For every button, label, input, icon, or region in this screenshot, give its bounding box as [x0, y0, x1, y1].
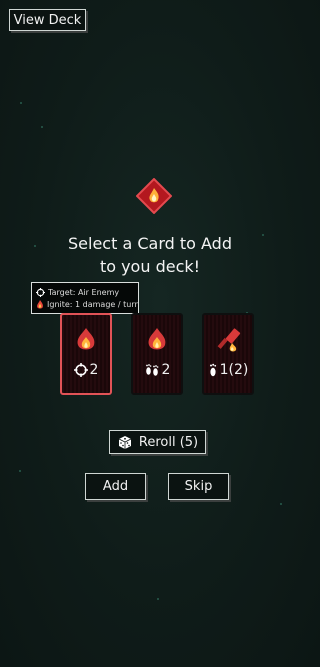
card-stat-value: 2	[89, 362, 99, 378]
reroll-label: Reroll (5)	[138, 434, 199, 450]
fire-icon	[148, 328, 166, 350]
prompt-line-2: to you deck!	[99, 257, 201, 276]
tooltip-effect-text: Ignite: 1 damage / turn	[47, 299, 140, 309]
tooltip-target-text: Target: Air Enemy	[48, 287, 120, 297]
background-dot	[20, 102, 22, 104]
background-dot	[19, 470, 21, 472]
card-option-fire-hammer[interactable]: 1(2)	[202, 313, 254, 395]
background-dot	[157, 598, 159, 600]
card-option-fire-walk[interactable]: 2	[131, 313, 183, 395]
fire-hammer-icon	[217, 328, 241, 352]
card-stat-value: 2	[161, 362, 171, 378]
card-stat: 2	[62, 362, 110, 378]
fire-icon	[37, 299, 43, 309]
tooltip-effect-row: Ignite: 1 damage / turn	[36, 298, 140, 310]
card-tooltip: Target: Air Enemy Ignite: 1 damage / tur…	[31, 282, 140, 314]
prompt-line-1: Select a Card to Add	[68, 234, 232, 253]
target-icon	[36, 287, 45, 297]
fire-emblem-icon	[135, 177, 173, 215]
prompt-title: Select a Card to Add to you deck!	[60, 232, 240, 278]
target-icon	[73, 363, 88, 377]
dice-icon	[118, 436, 132, 449]
footprint-icon	[209, 363, 216, 377]
background-dot	[280, 503, 282, 505]
background-dot	[34, 245, 36, 247]
footprints-icon	[145, 364, 158, 376]
card-option-fire-target[interactable]: 2	[60, 313, 112, 395]
card-reward-emblem	[135, 177, 173, 215]
add-button[interactable]: Add	[85, 473, 146, 500]
background-dot	[41, 126, 43, 128]
tooltip-target-row: Target: Air Enemy	[36, 286, 134, 298]
skip-button[interactable]: Skip	[168, 473, 229, 500]
view-deck-button[interactable]: View Deck	[9, 9, 86, 31]
fire-icon	[77, 328, 95, 350]
card-stat-value: 1(2)	[219, 362, 249, 378]
card-stat: 1(2)	[204, 362, 252, 378]
card-stat: 2	[133, 362, 181, 378]
background-dot	[262, 234, 264, 236]
reroll-button[interactable]: Reroll (5)	[109, 430, 206, 454]
